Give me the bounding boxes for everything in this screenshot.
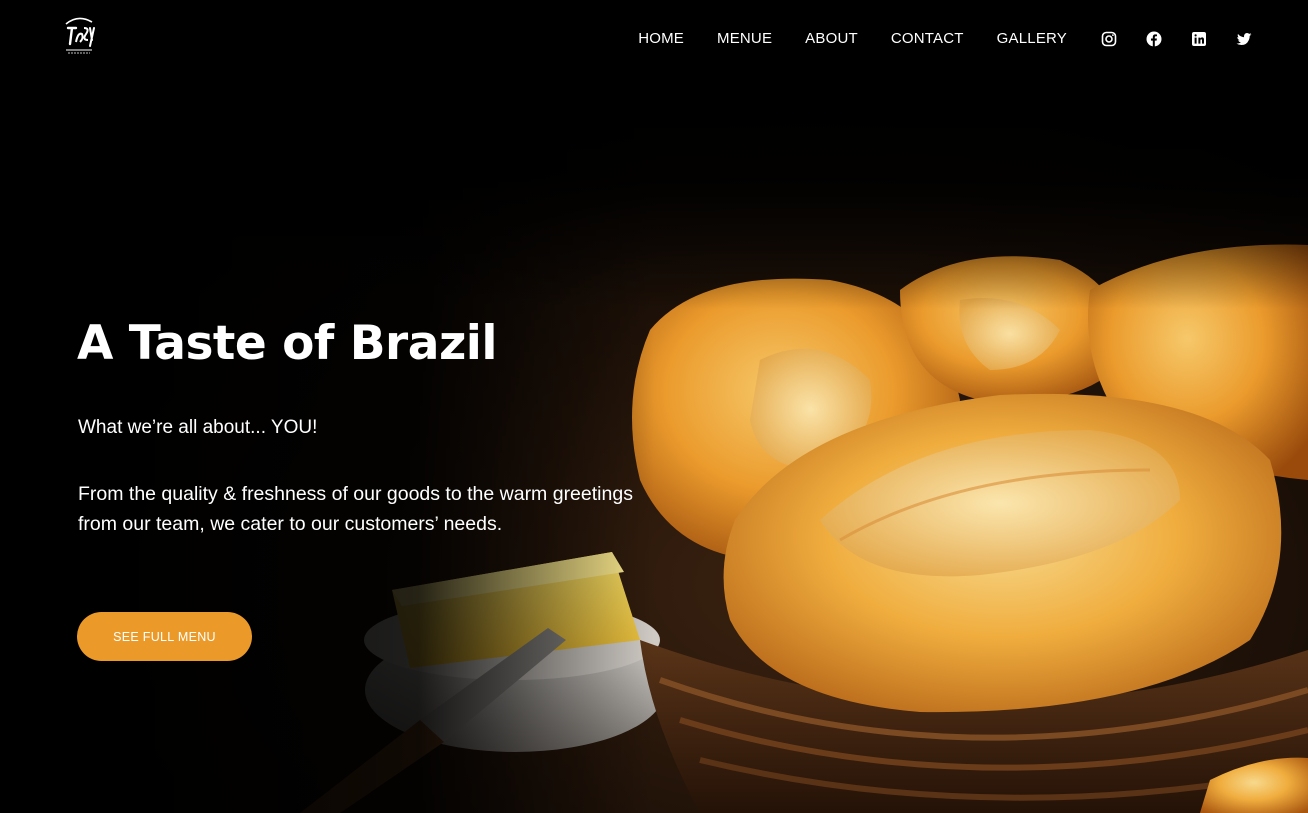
logo-mark [65,17,95,54]
facebook-glyph [1146,31,1162,47]
nav-about[interactable]: ABOUT [805,28,858,50]
see-full-menu-button[interactable]: SEE FULL MENU [77,612,252,661]
nav-gallery[interactable]: GALLERY [997,28,1067,50]
hero-description: From the quality & freshness of our good… [78,483,633,535]
nav-menue[interactable]: MENUE [717,28,772,50]
tasty-bakery-logo[interactable] [56,12,102,58]
page: HOME MENUE ABOUT CONTACT GALLERY A Taste… [0,0,1308,813]
nav-contact[interactable]: CONTACT [891,28,964,50]
nav-home[interactable]: HOME [638,28,684,50]
linkedin-icon[interactable] [1191,31,1207,47]
twitter-icon[interactable] [1236,31,1252,47]
twitter-glyph [1236,33,1252,45]
main-nav: HOME MENUE ABOUT CONTACT GALLERY [638,28,1252,50]
instagram-glyph [1101,31,1117,47]
linkedin-glyph [1192,32,1206,46]
site-header: HOME MENUE ABOUT CONTACT GALLERY [0,0,1308,80]
hero-image [0,0,1308,813]
instagram-icon[interactable] [1101,31,1117,47]
hero-tagline: What we’re all about... YOU! [78,417,318,438]
hero-title: A Taste of Brazil [77,316,498,371]
facebook-icon[interactable] [1146,31,1162,47]
